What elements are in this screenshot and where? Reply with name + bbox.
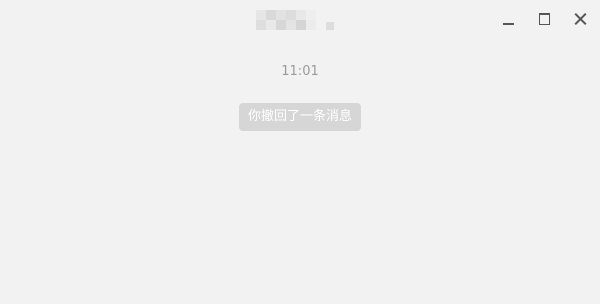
recall-notice: 你撤回了一条消息 [238, 103, 361, 131]
minimize-icon[interactable] [500, 10, 518, 28]
message-timestamp: 11:01 [281, 64, 319, 79]
mosaic-blur-fragment [326, 22, 334, 30]
close-icon[interactable] [572, 10, 590, 28]
maximize-icon[interactable] [536, 10, 554, 28]
mosaic-blur [256, 10, 316, 30]
system-notice-row: 你撤回了一条消息 [0, 103, 600, 131]
window-controls [500, 10, 590, 28]
chat-window: 11:01 你撤回了一条消息 [0, 0, 600, 304]
contact-name-redacted [256, 8, 338, 32]
